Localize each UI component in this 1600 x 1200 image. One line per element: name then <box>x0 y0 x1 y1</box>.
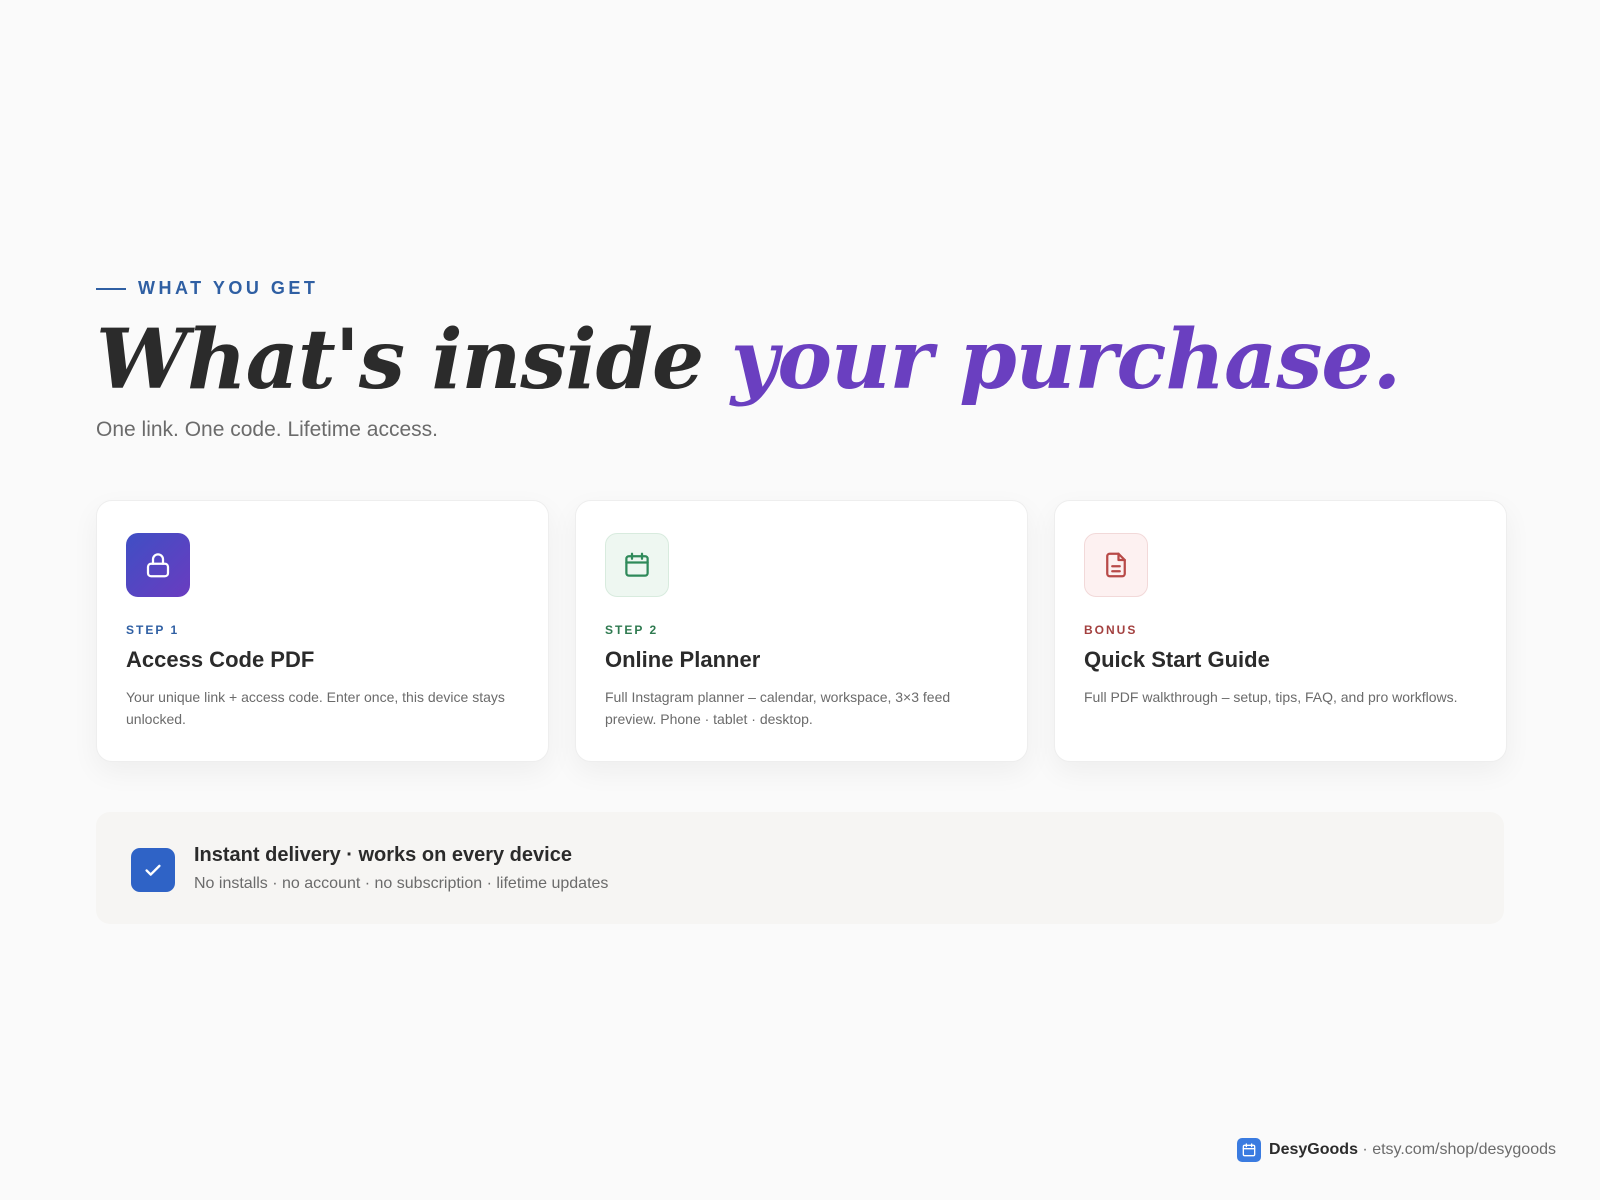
delivery-text: Instant delivery · works on every device… <box>194 844 608 893</box>
delivery-title: Instant delivery · works on every device <box>194 843 572 866</box>
shop-link[interactable]: etsy.com/shop/desygoods <box>1372 1141 1556 1158</box>
brand-logo-icon <box>1237 1138 1262 1162</box>
delivery-banner: Instant delivery · works on every device… <box>96 812 1504 924</box>
section-eyebrow: WHAT YOU GET <box>96 278 318 299</box>
footer-brand: DesyGoods · etsy.com/shop/desygoods <box>1237 1138 1556 1162</box>
eyebrow-text: WHAT YOU GET <box>138 278 319 298</box>
brand-name: DesyGoods <box>1269 1141 1358 1158</box>
card-tag: STEP 2 <box>605 623 659 637</box>
card-description: Full Instagram planner – calendar, works… <box>605 689 951 727</box>
feature-cards: STEP 1 Access Code PDF Your unique link … <box>96 500 1507 762</box>
card-description: Full PDF walkthrough – setup, tips, FAQ,… <box>1084 689 1458 705</box>
headline-main: What's inside <box>96 312 731 408</box>
page-subtitle: One link. One code. Lifetime access. <box>96 418 438 441</box>
card-title: Access Code PDF <box>126 647 315 672</box>
card-title: Quick Start Guide <box>1084 647 1270 672</box>
lock-icon <box>126 533 190 597</box>
card-tag: STEP 1 <box>126 623 180 637</box>
calendar-icon <box>605 533 669 597</box>
page-title: What's inside your purchase. <box>96 312 1401 408</box>
delivery-subtitle: No installs · no account · no subscripti… <box>194 874 609 892</box>
card-description: Your unique link + access code. Enter on… <box>126 689 505 727</box>
headline-accent: your purchase. <box>730 312 1401 408</box>
checkmark-icon <box>131 848 175 892</box>
card-online-planner: STEP 2 Online Planner Full Instagram pla… <box>575 500 1028 762</box>
card-tag: BONUS <box>1084 623 1138 637</box>
document-icon <box>1084 533 1148 597</box>
card-quick-start-guide: BONUS Quick Start Guide Full PDF walkthr… <box>1054 500 1507 762</box>
card-access-code: STEP 1 Access Code PDF Your unique link … <box>96 500 549 762</box>
footer-separator: · <box>1357 1141 1373 1158</box>
card-title: Online Planner <box>605 647 761 672</box>
eyebrow-line <box>96 287 126 290</box>
